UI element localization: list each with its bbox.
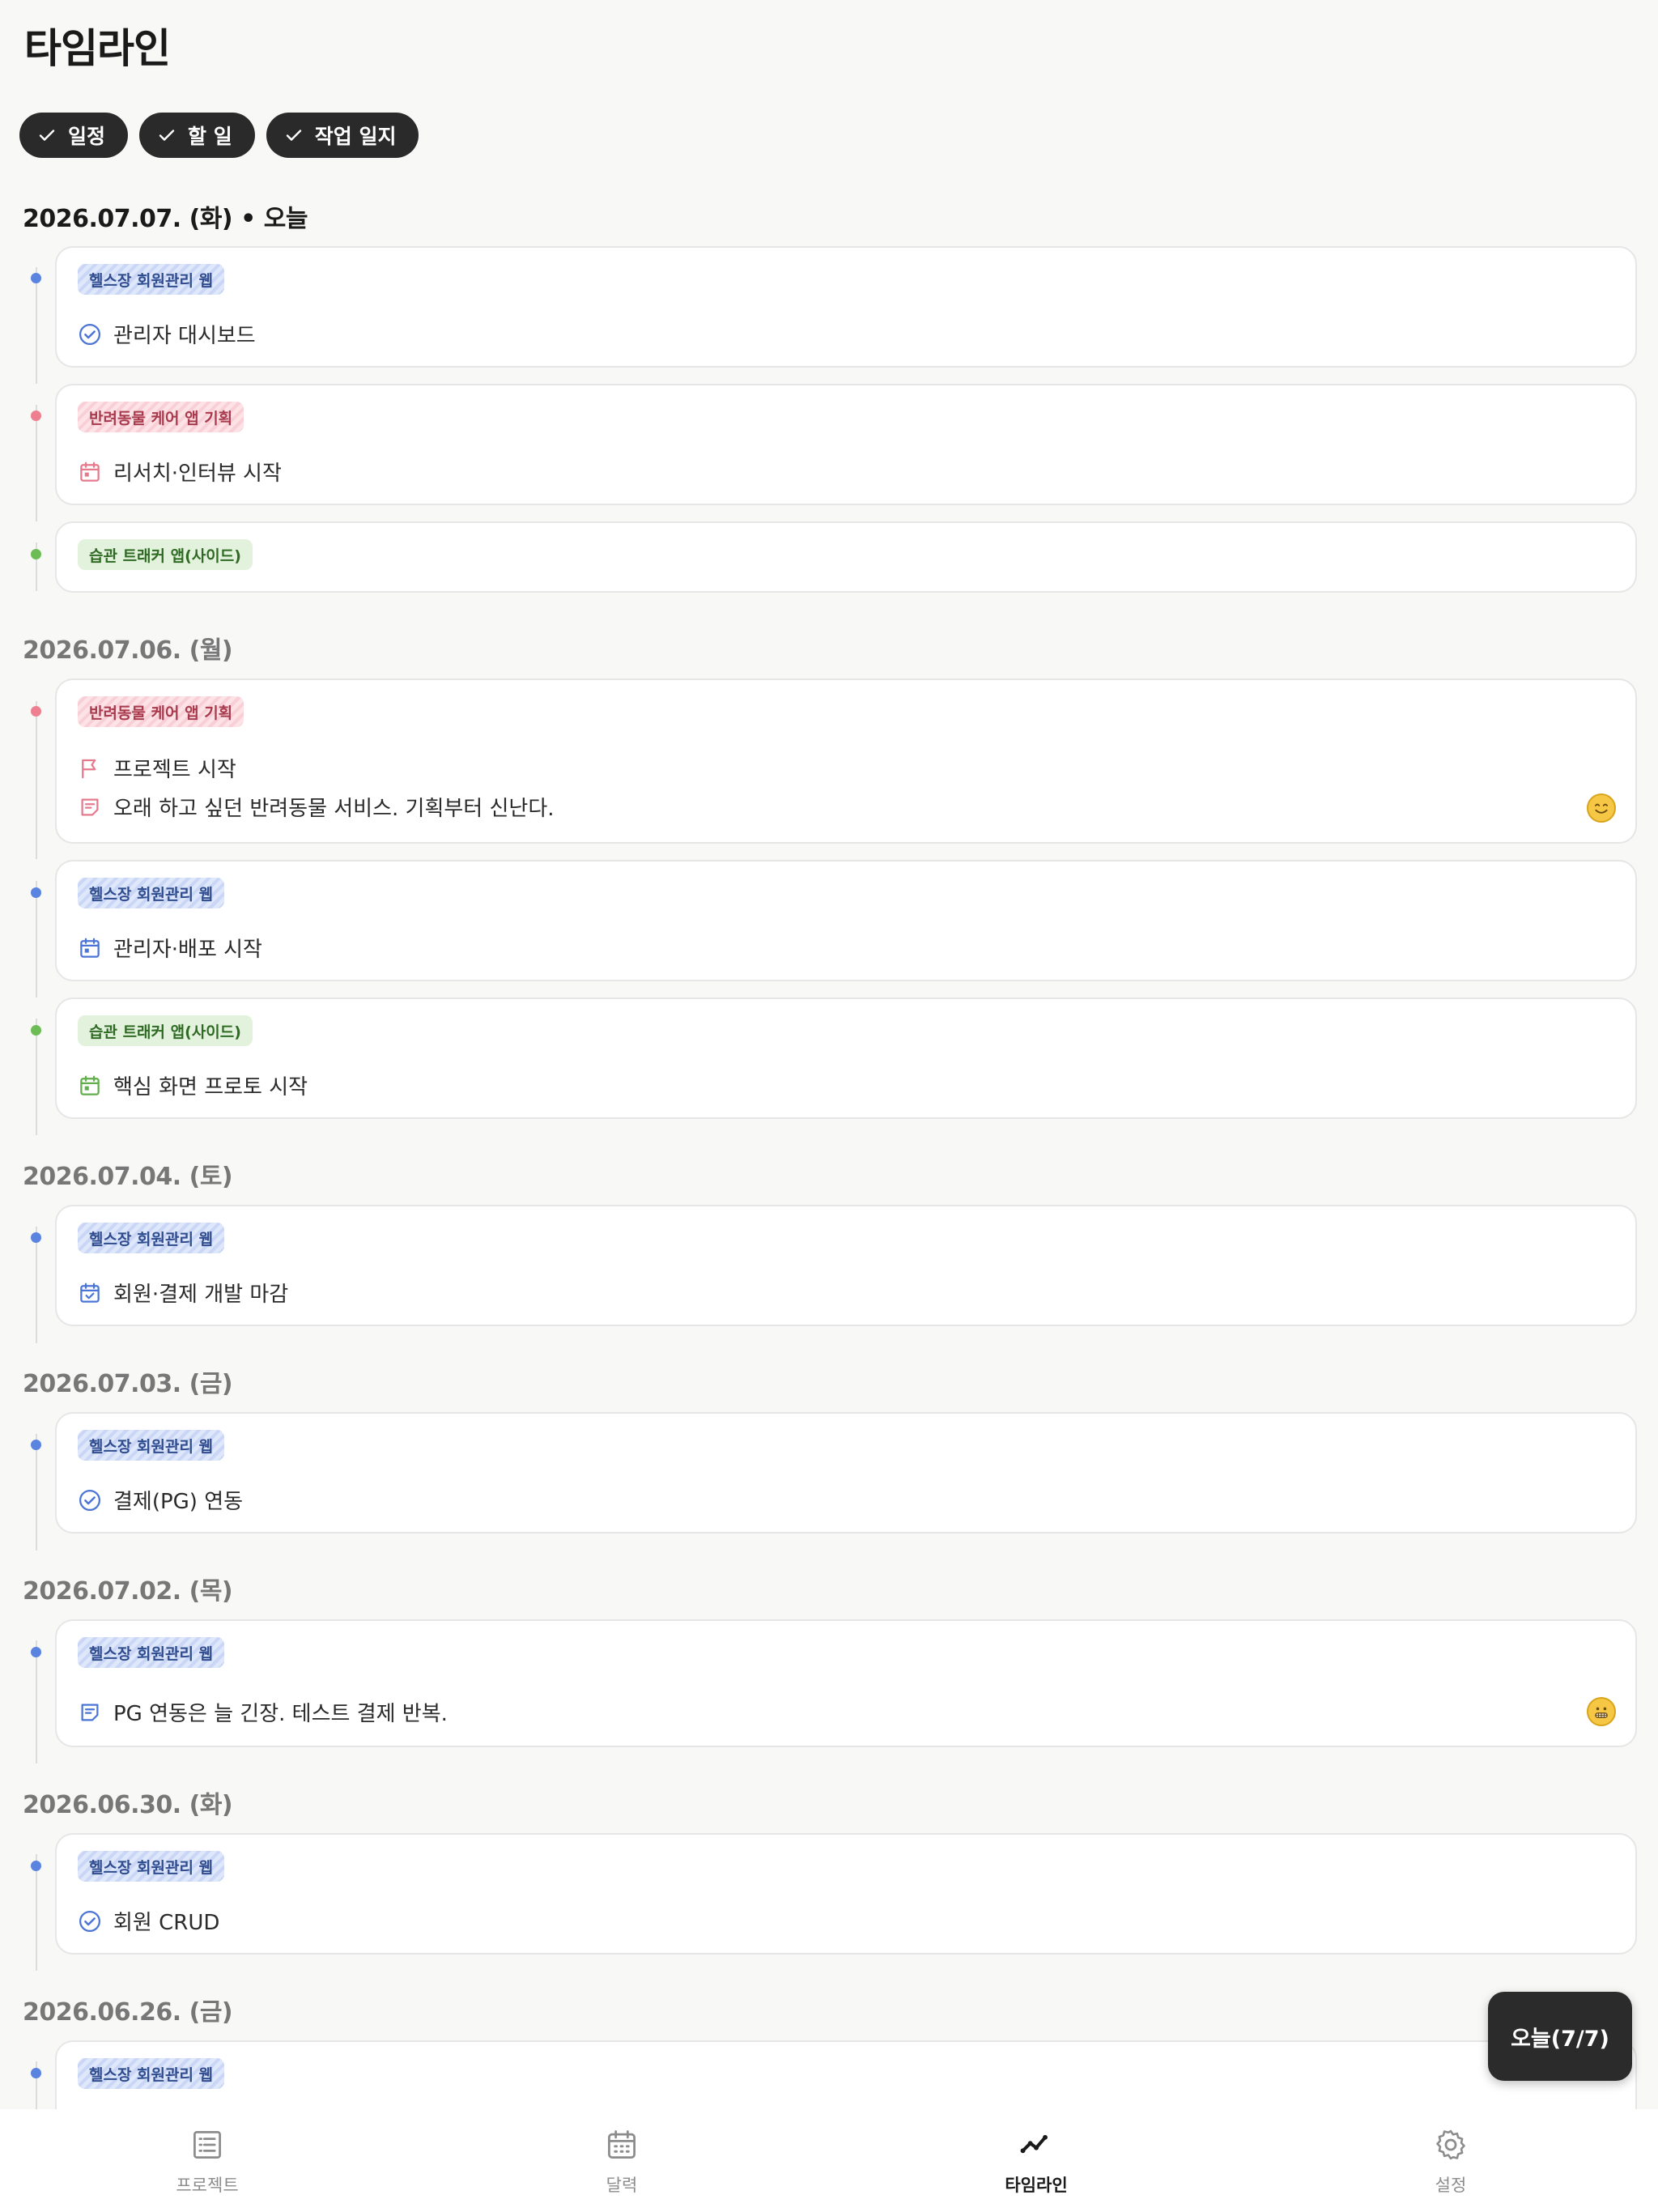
item-text: PG 연동은 늘 긴장. 테스트 결제 반복. [113,1702,448,1726]
item-text: 오래 하고 싶던 반려동물 서비스. 기획부터 신난다. [113,797,555,821]
timeline-card[interactable]: 반려동물 케어 앱 기획 리서치·인터뷰 시작 [55,384,1637,505]
flag-icon [82,759,96,778]
date-header: 2026.07.03. (금) [23,1370,233,1398]
tab-projects[interactable]: 프로젝트 [0,2109,414,2212]
timeline-rail [36,701,37,859]
project-dot [31,1025,41,1036]
list-icon [193,2131,221,2159]
todo-item[interactable]: 회원 CRUD [78,1906,219,1936]
item-text: 관리자·배포 시작 [113,938,262,962]
project-dot [31,410,41,421]
date-header: 2026.07.02. (목) [23,1577,233,1606]
date-header-today: 2026.07.07. (화) • 오늘 [23,205,308,233]
project-tag[interactable]: 습관 트래커 앱(사이드) [78,539,253,570]
timeline-rail [36,881,37,998]
project-dot [31,273,41,283]
timeline-rail [36,1640,37,1763]
deadline-item[interactable]: 회원·결제 개발 마감 [78,1278,288,1308]
timeline-rail [36,405,37,521]
timeline-rail [36,1227,37,1343]
calendar-check-icon [80,1283,100,1303]
tab-timeline[interactable]: 타임라인 [829,2109,1244,2212]
timeline-card[interactable]: 헬스장 회원관리 웹 관리자 대시보드 [55,246,1637,368]
project-dot [31,887,41,898]
calendar-icon [80,462,100,482]
project-tag[interactable]: 반려동물 케어 앱 기획 [78,402,244,432]
timeline-card[interactable]: 헬스장 회원관리 웹 회원 CRUD [55,1833,1637,1955]
item-text: 회원 CRUD [113,1911,220,1935]
tab-settings[interactable]: 설정 [1244,2109,1658,2212]
worklog-item[interactable]: 오래 하고 싶던 반려동물 서비스. 기획부터 신난다. [78,792,555,822]
item-text: 프로젝트 시작 [113,758,236,782]
check-circle-icon [79,323,100,345]
todo-item[interactable]: 결제(PG) 연동 [78,1485,243,1515]
gear-icon [1436,2129,1465,2160]
todo-item[interactable]: 관리자 대시보드 [78,319,256,349]
note-icon [81,798,99,815]
tab-label: 타임라인 [1005,2176,1068,2195]
project-tag[interactable]: 헬스장 회원관리 웹 [78,264,225,295]
project-dot [31,549,41,559]
worklog-item[interactable]: PG 연동은 늘 긴장. 테스트 결제 반복. [78,1697,448,1727]
bottom-tab-bar: 프로젝트 달력 타임라인 설정 [0,2109,1658,2212]
project-tag[interactable]: 헬스장 회원관리 웹 [78,1637,225,1668]
timeline-card[interactable]: 헬스장 회원관리 웹 PG 연동은 늘 긴장. 테스트 결제 반복. [55,1619,1637,1747]
smile-emoji-icon [1587,793,1616,823]
project-dot [31,1232,41,1243]
item-text: 회원·결제 개발 마감 [113,1283,289,1307]
project-tag[interactable]: 반려동물 케어 앱 기획 [78,696,244,727]
tab-label: 설정 [1435,2176,1467,2195]
check-circle-icon [79,1910,100,1932]
timeline-card[interactable]: 헬스장 회원관리 웹 관리자·배포 시작 [55,860,1637,981]
schedule-item[interactable]: 핵심 화면 프로토 시작 [78,1070,308,1100]
calendar-icon [608,2130,636,2159]
project-tag[interactable]: 헬스장 회원관리 웹 [78,1851,225,1882]
tab-calendar[interactable]: 달력 [414,2109,829,2212]
timeline-rail [36,1019,37,1135]
item-text: 결제(PG) 연동 [113,1490,244,1514]
check-circle-icon [79,1489,100,1511]
project-dot [31,1440,41,1450]
timeline-rail [36,267,37,384]
item-text: 관리자 대시보드 [113,324,256,348]
project-tag[interactable]: 헬스장 회원관리 웹 [78,1430,225,1461]
date-header: 2026.07.04. (토) [23,1163,233,1191]
calendar-icon [80,1075,100,1095]
project-tag[interactable]: 헬스장 회원관리 웹 [78,878,225,908]
item-text: 리서치·인터뷰 시작 [113,462,282,486]
timeline-card[interactable]: 반려동물 케어 앱 기획 프로젝트 시작 오래 하고 싶던 반려동물 서비스. … [55,678,1637,844]
tab-label: 달력 [606,2176,638,2195]
project-dot [31,1861,41,1871]
timeline-card[interactable]: 습관 트래커 앱(사이드) [55,521,1637,593]
timeline-icon [1020,2134,1048,2154]
milestone-item[interactable]: 프로젝트 시작 [78,753,236,783]
tab-label: 프로젝트 [176,2176,239,2195]
timeline-rail [36,1854,37,1971]
timeline-card[interactable]: 습관 트래커 앱(사이드) 핵심 화면 프로토 시작 [55,998,1637,1119]
timeline-list: 2026.07.07. (화) • 오늘 헬스장 회원관리 웹 관리자 대시보드… [0,0,1658,2109]
schedule-item[interactable]: 리서치·인터뷰 시작 [78,457,282,487]
date-header: 2026.06.26. (금) [23,1998,233,2027]
project-tag[interactable]: 습관 트래커 앱(사이드) [78,1015,253,1046]
calendar-icon [80,938,100,958]
timeline-card[interactable]: 헬스장 회원관리 웹 회원·결제 개발 마감 [55,1205,1637,1326]
project-tag[interactable]: 헬스장 회원관리 웹 [78,1223,225,1253]
timeline-rail [36,1434,37,1551]
project-dot [31,706,41,717]
project-dot [31,1647,41,1657]
grimace-emoji-icon [1587,1697,1616,1726]
project-dot [31,2068,41,2078]
jump-to-today-button[interactable]: 오늘(7/7) [1488,1992,1632,2081]
item-text: 핵심 화면 프로토 시작 [113,1075,308,1100]
note-icon [81,1704,99,1721]
date-header: 2026.07.06. (월) [23,636,233,665]
timeline-card[interactable]: 헬스장 회원관리 웹 [55,2040,1637,2109]
project-tag[interactable]: 헬스장 회원관리 웹 [78,2058,225,2089]
date-header: 2026.06.30. (화) [23,1791,233,1819]
schedule-item[interactable]: 관리자·배포 시작 [78,933,262,963]
timeline-card[interactable]: 헬스장 회원관리 웹 결제(PG) 연동 [55,1412,1637,1534]
